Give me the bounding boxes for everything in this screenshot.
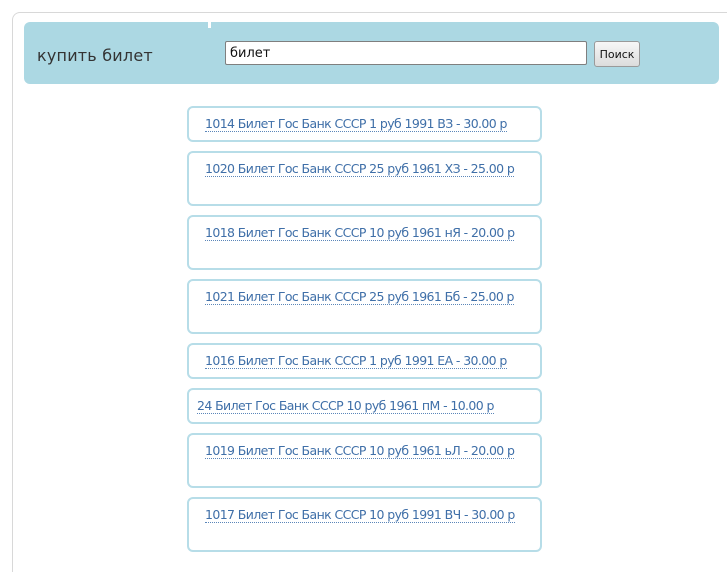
search-button[interactable]: Поиск [594,41,640,67]
result-item: 1018 Билет Гос Банк СССР 10 руб 1961 нЯ … [187,215,542,270]
result-item: 24 Билет Гос Банк СССР 10 руб 1961 пМ - … [187,388,542,424]
result-link[interactable]: 24 Билет Гос Банк СССР 10 руб 1961 пМ - … [197,398,494,414]
results-list: 1014 Билет Гос Банк СССР 1 руб 1991 ВЗ -… [187,106,542,561]
result-link[interactable]: 1021 Билет Гос Банк СССР 25 руб 1961 Бб … [205,289,514,305]
result-item: 1017 Билет Гос Банк СССР 10 руб 1991 ВЧ … [187,497,542,552]
header-divider [208,22,211,28]
result-item: 1016 Билет Гос Банк СССР 1 руб 1991 ЕА -… [187,343,542,379]
result-link[interactable]: 1018 Билет Гос Банк СССР 10 руб 1961 нЯ … [205,225,515,241]
result-link[interactable]: 1019 Билет Гос Банк СССР 10 руб 1961 ьЛ … [205,443,515,459]
result-link[interactable]: 1016 Билет Гос Банк СССР 1 руб 1991 ЕА -… [205,353,507,369]
result-item: 1019 Билет Гос Банк СССР 10 руб 1961 ьЛ … [187,433,542,488]
result-item: 1020 Билет Гос Банк СССР 25 руб 1961 ХЗ … [187,151,542,206]
site-title: купить билет [37,46,153,65]
search-input[interactable] [225,41,587,65]
result-item: 1014 Билет Гос Банк СССР 1 руб 1991 ВЗ -… [187,106,542,142]
result-link[interactable]: 1014 Билет Гос Банк СССР 1 руб 1991 ВЗ -… [205,116,507,132]
result-link[interactable]: 1017 Билет Гос Банк СССР 10 руб 1991 ВЧ … [205,507,515,523]
result-link[interactable]: 1020 Билет Гос Банк СССР 25 руб 1961 ХЗ … [205,161,515,177]
result-item: 1021 Билет Гос Банк СССР 25 руб 1961 Бб … [187,279,542,334]
